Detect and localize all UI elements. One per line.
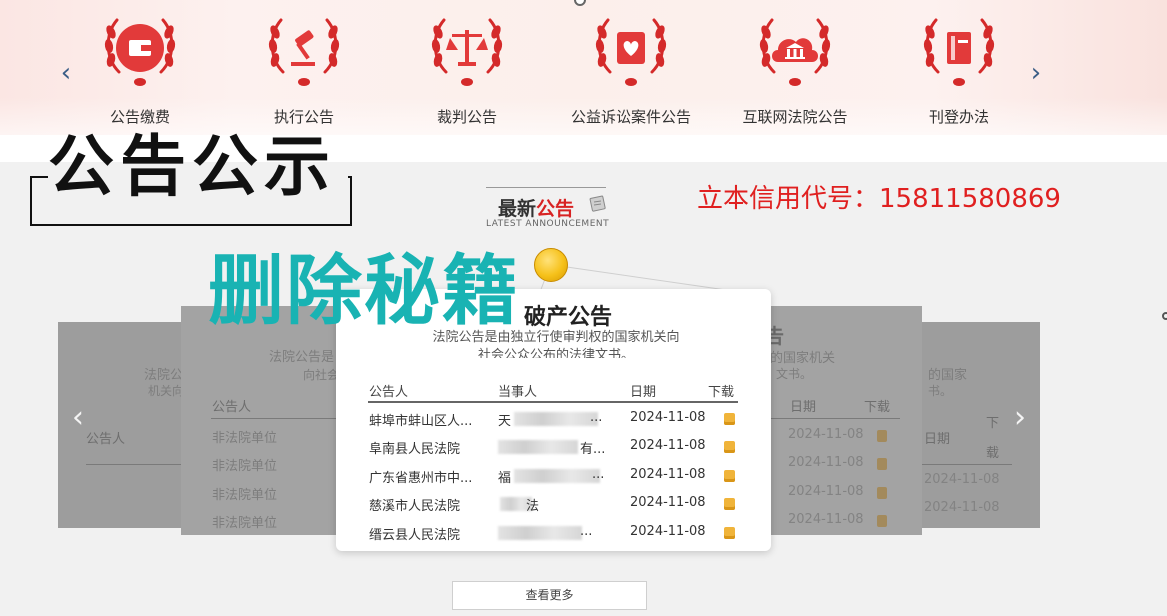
- download-icon[interactable]: [877, 458, 887, 470]
- download-icon[interactable]: [877, 487, 887, 499]
- row-party: 天: [498, 414, 512, 429]
- category-public-interest-announcement[interactable]: 公益诉讼案件公告: [556, 10, 706, 130]
- card-desc-partial: 书。: [928, 384, 953, 398]
- row-publisher: 缙云县人民法院: [369, 528, 461, 543]
- card-desc-partial: 文书。: [776, 367, 813, 381]
- category-internet-court-announcement[interactable]: 互联网法院公告: [720, 10, 870, 130]
- promo-overlay-text: 删除秘籍: [208, 246, 520, 335]
- download-icon[interactable]: [877, 515, 887, 527]
- row-party: 福: [498, 471, 512, 486]
- row-date: 2024-11-08: [788, 512, 864, 527]
- category-label: 裁判公告: [436, 108, 497, 126]
- row-publisher: 非法院单位: [212, 431, 278, 446]
- download-icon[interactable]: [724, 441, 735, 453]
- download-icon[interactable]: [877, 430, 887, 442]
- row-party-tail: ...: [592, 467, 605, 482]
- column-download: 下载: [864, 400, 891, 415]
- download-icon[interactable]: [724, 413, 735, 425]
- book-icon: [923, 18, 995, 86]
- column-download: 载: [986, 446, 1000, 461]
- heart-document-icon: [595, 18, 667, 86]
- latest-announcement-subtitle: LATEST ANNOUNCEMENT: [486, 219, 610, 229]
- pin-decoration: [534, 248, 568, 282]
- wallet-icon: [104, 18, 176, 86]
- page-title: 公告公示: [48, 128, 336, 205]
- category-label: 公益诉讼案件公告: [570, 108, 691, 126]
- category-label: 刊登办法: [928, 108, 989, 126]
- row-publisher: 非法院单位: [212, 459, 278, 474]
- credit-code-text: 立本信用代号：15811580869: [697, 184, 1061, 214]
- right-notice-card[interactable]: 告 的国家机关 文书。 日期 下载 2024-11-08 2024-11-08 …: [770, 306, 922, 535]
- category-execution-announcement[interactable]: 执行公告: [229, 10, 379, 130]
- row-party-tail: ...: [580, 524, 593, 539]
- column-party: 当事人: [498, 385, 538, 400]
- row-publisher: 阜南县人民法院: [369, 442, 461, 457]
- row-date: 2024-11-08: [924, 472, 1000, 487]
- download-icon[interactable]: [724, 470, 735, 482]
- gavel-icon: [268, 18, 340, 86]
- card-desc-partial: 的国家机关: [770, 351, 836, 366]
- row-date: 2024-11-08: [630, 524, 706, 539]
- card-desc-partial: 机关向: [148, 384, 185, 398]
- column-download: 下: [986, 416, 1000, 431]
- row-date: 2024-11-08: [788, 484, 864, 499]
- table-row[interactable]: 慈溪市人民法院 法 2024-11-08: [368, 489, 738, 517]
- column-date: 日期: [630, 385, 657, 400]
- category-label: 互联网法院公告: [742, 108, 848, 126]
- scales-icon: [431, 18, 503, 86]
- column-publisher: 公告人: [212, 400, 252, 415]
- redacted-text: [498, 526, 582, 540]
- category-publishing-method[interactable]: 刊登办法: [884, 10, 1034, 130]
- row-date: 2024-11-08: [630, 410, 706, 425]
- row-date: 2024-11-08: [788, 455, 864, 470]
- row-publisher: 非法院单位: [212, 488, 278, 503]
- card-title-partial: 告: [770, 324, 784, 348]
- row-party-tail: 法: [526, 499, 540, 514]
- row-party-tail: 有...: [580, 442, 606, 457]
- redacted-text: [514, 469, 600, 483]
- redacted-text: [498, 440, 578, 454]
- column-download: 下载: [708, 385, 735, 400]
- row-publisher: 慈溪市人民法院: [369, 499, 461, 514]
- card-title-partial: 法院公告是: [269, 350, 335, 365]
- edge-indicator: [1162, 312, 1167, 320]
- table-row[interactable]: 阜南县人民法院 有... 2024-11-08: [368, 432, 738, 460]
- redacted-text: [514, 412, 598, 426]
- view-more-button[interactable]: 查看更多: [452, 581, 647, 610]
- document-icon: [589, 195, 606, 212]
- row-publisher: 蚌埠市蚌山区人...: [369, 414, 473, 429]
- category-judgment-announcement[interactable]: 裁判公告: [392, 10, 542, 130]
- category-announcement-fee[interactable]: 公告缴费: [65, 10, 215, 130]
- row-publisher: 广东省惠州市中...: [369, 471, 473, 486]
- row-date: 2024-11-08: [630, 467, 706, 482]
- latest-announcement-title: 最新公告: [498, 198, 575, 220]
- row-date: 2024-11-08: [630, 438, 706, 453]
- row-date: 2024-11-08: [630, 495, 706, 510]
- table-row[interactable]: 广东省惠州市中... 福 ... 2024-11-08: [368, 461, 738, 489]
- row-date: 2024-11-08: [788, 427, 864, 442]
- card-desc-partial: 的国家: [928, 368, 968, 383]
- left-notice-card[interactable]: 法院公告是 向社会 公告人 非法院单位 非法院单位 非法院单位 非法院单位: [181, 306, 341, 535]
- card-title-partial: 法院公: [144, 368, 184, 383]
- table-row[interactable]: 缙云县人民法院 ... 2024-11-08: [368, 518, 738, 546]
- category-label: 执行公告: [273, 108, 334, 126]
- column-publisher: 公告人: [369, 385, 409, 400]
- row-party-tail: ...: [590, 410, 603, 425]
- card-desc-partial: 向社会: [303, 368, 340, 382]
- download-icon[interactable]: [724, 498, 735, 510]
- card-title: 破产公告: [524, 305, 613, 330]
- row-date: 2024-11-08: [924, 500, 1000, 515]
- row-publisher: 非法院单位: [212, 516, 278, 531]
- slider-prev-arrow[interactable]: ‹: [69, 403, 87, 433]
- column-date: 日期: [790, 400, 817, 415]
- column-date: 日期: [924, 432, 951, 447]
- table-header: 公告人 当事人 日期 下载: [368, 379, 738, 403]
- slider-next-arrow[interactable]: ›: [1011, 403, 1029, 433]
- column-publisher: 公告人: [86, 432, 126, 447]
- court-cloud-icon: [759, 18, 831, 86]
- table-row[interactable]: 蚌埠市蚌山区人... 天 ... 2024-11-08: [368, 404, 738, 432]
- download-icon[interactable]: [724, 527, 735, 539]
- category-label: 公告缴费: [109, 108, 170, 126]
